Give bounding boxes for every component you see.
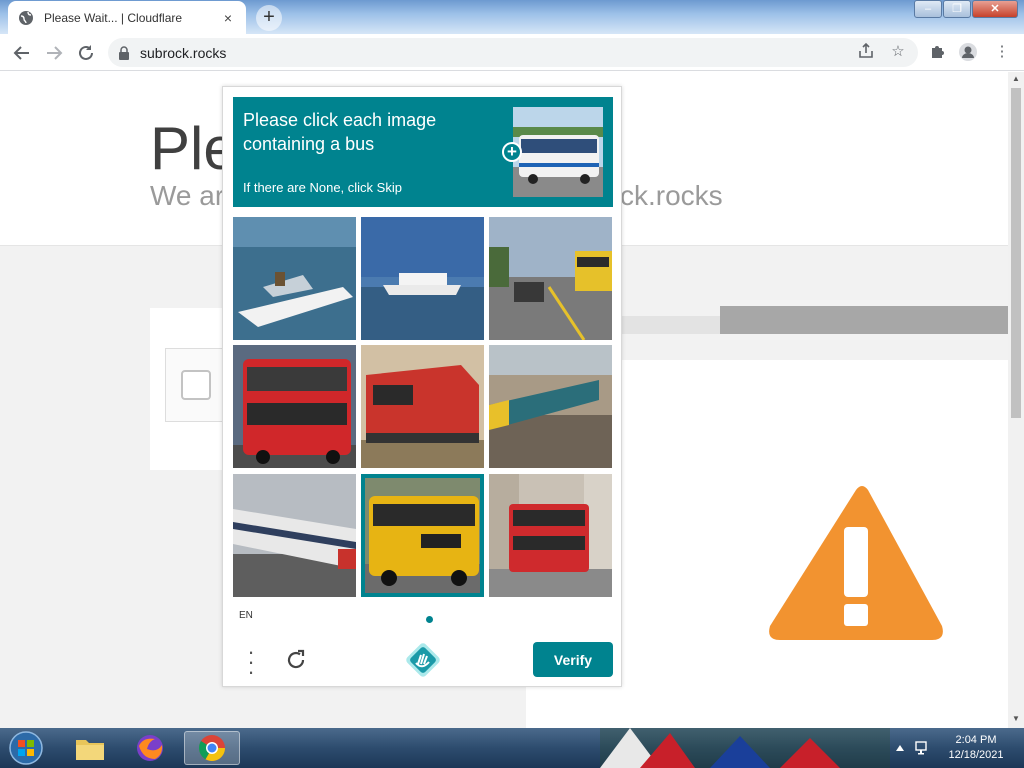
page-scrollbar[interactable]: ▲ ▼ — [1008, 72, 1024, 728]
language-selector[interactable]: EN — [239, 610, 253, 621]
forward-icon[interactable] — [42, 41, 66, 65]
start-button-icon[interactable] — [6, 730, 46, 766]
reload-icon[interactable] — [74, 41, 98, 65]
tile-speedboat[interactable] — [233, 217, 356, 340]
captcha-challenge: Please click each image containing a bus… — [222, 86, 622, 687]
tab-close-icon[interactable]: × — [220, 10, 236, 26]
address-bar[interactable]: subrock.rocks — [108, 38, 918, 67]
page-indicator-dot — [426, 616, 433, 623]
scroll-down-icon[interactable]: ▼ — [1011, 714, 1021, 723]
system-clock[interactable]: 2:04 PM 12/18/2021 — [938, 733, 1014, 763]
tile-ferry[interactable] — [361, 217, 484, 340]
verify-button[interactable]: Verify — [533, 642, 613, 677]
warning-icon — [769, 486, 943, 640]
tile-yellow-school-bus[interactable] — [361, 474, 484, 597]
clock-time: 2:04 PM — [955, 734, 997, 746]
image-grid — [233, 217, 613, 597]
profile-icon[interactable] — [958, 42, 978, 62]
lock-icon — [119, 45, 129, 60]
restore-button[interactable]: ❐ — [943, 0, 971, 18]
human-checkbox[interactable] — [181, 370, 211, 400]
progress-bar — [720, 306, 1008, 334]
page-subheading-left: We ar — [150, 180, 225, 211]
close-window-button[interactable]: ✕ — [972, 0, 1018, 18]
browser-titlebar: Please Wait... | Cloudflare × + – ❐ ✕ — [0, 0, 1024, 34]
taskbar-explorer[interactable] — [62, 731, 118, 765]
tile-red-double-decker-bus-street[interactable] — [489, 474, 612, 597]
sample-bus-image[interactable] — [513, 107, 603, 197]
menu-icon[interactable]: ⋮ — [992, 42, 1012, 62]
page-subheading-right: ck.rocks — [620, 180, 723, 211]
scroll-up-icon[interactable]: ▲ — [1011, 74, 1021, 83]
window-controls: – ❐ ✕ — [913, 0, 1018, 18]
clock-date: 12/18/2021 — [948, 749, 1004, 761]
prompt-subtitle: If there are None, click Skip — [243, 180, 402, 195]
tile-train-station[interactable] — [489, 217, 612, 340]
tile-white-train[interactable] — [233, 474, 356, 597]
minimize-button[interactable]: – — [914, 0, 942, 18]
globe-icon — [19, 10, 33, 25]
new-tab-button[interactable]: + — [256, 5, 282, 31]
share-icon[interactable] — [856, 42, 876, 62]
browser-toolbar: subrock.rocks ☆ ⋮ — [0, 34, 1024, 71]
star-icon[interactable]: ☆ — [888, 42, 908, 62]
refresh-challenge-icon[interactable] — [283, 647, 309, 673]
tab-title: Please Wait... | Cloudflare — [44, 10, 183, 25]
taskbar: 2:04 PM 12/18/2021 — [0, 728, 1024, 768]
expand-sample-icon[interactable]: + — [502, 142, 522, 162]
scrollbar-thumb[interactable] — [1011, 88, 1021, 418]
network-icon[interactable] — [914, 739, 932, 757]
tile-passenger-train[interactable] — [489, 345, 612, 468]
firefox-icon — [137, 735, 163, 761]
more-options-icon[interactable]: · · · — [241, 641, 261, 683]
browser-tab[interactable]: Please Wait... | Cloudflare × — [8, 1, 246, 34]
show-hidden-icons-icon[interactable] — [894, 742, 906, 754]
taskbar-firefox[interactable] — [122, 731, 178, 765]
hcaptcha-logo-icon[interactable] — [406, 643, 440, 677]
tile-red-double-decker-bus[interactable] — [233, 345, 356, 468]
desktop-wallpaper-strip — [600, 728, 890, 768]
url-text: subrock.rocks — [140, 44, 227, 61]
chrome-icon — [198, 735, 226, 762]
prompt-title: Please click each image containing a bus — [243, 110, 437, 154]
back-icon[interactable] — [10, 41, 34, 65]
taskbar-chrome[interactable] — [184, 731, 240, 765]
tile-red-locomotive[interactable] — [361, 345, 484, 468]
captcha-prompt: Please click each image containing a bus… — [233, 97, 613, 207]
folder-icon — [76, 740, 104, 760]
extensions-icon[interactable] — [928, 42, 948, 62]
